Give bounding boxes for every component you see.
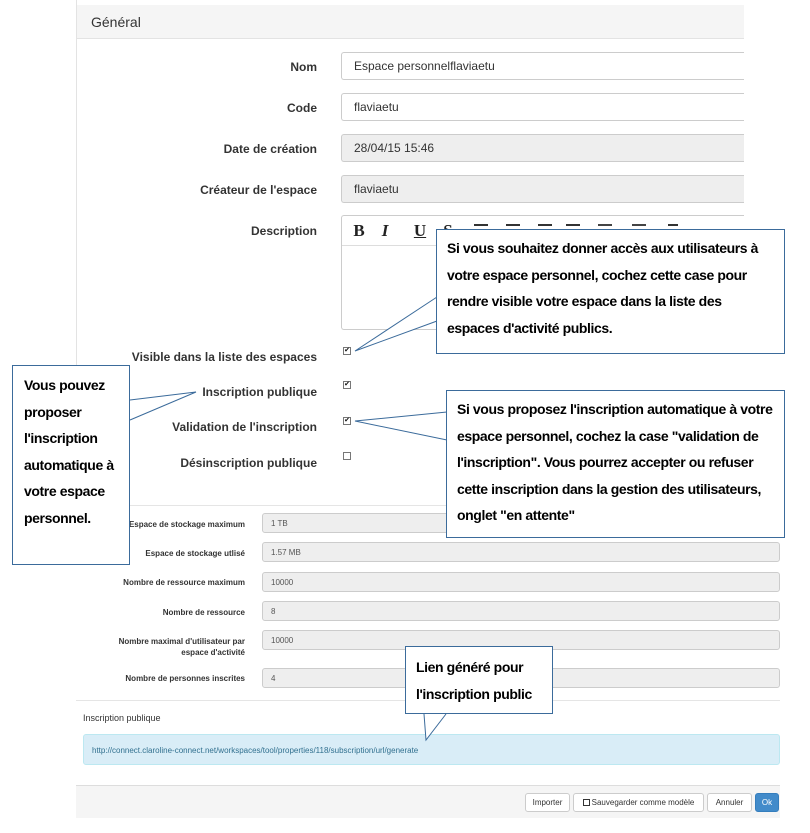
underline-button[interactable]: U xyxy=(412,220,428,242)
nom-input[interactable]: Espace personnelflaviaetu xyxy=(341,52,744,80)
inscription-checkbox[interactable]: ✔ xyxy=(343,381,351,389)
nom-label: Nom xyxy=(290,60,317,74)
panel-header xyxy=(77,5,744,39)
inscription-label: Inscription publique xyxy=(202,385,317,399)
validation-label: Validation de l'inscription xyxy=(172,420,317,434)
callout-visible: Si vous souhaitez donner accès aux utili… xyxy=(436,229,785,354)
cancel-button[interactable]: Annuler xyxy=(707,793,752,812)
date-label: Date de création xyxy=(223,142,317,156)
stat-label: Nombre de ressource xyxy=(162,608,245,617)
stat-label: Nombre maximal d'utilisateur par espace … xyxy=(118,637,245,657)
visible-checkbox[interactable]: ✔ xyxy=(343,347,351,355)
description-label: Description xyxy=(250,224,317,238)
ok-button[interactable]: Ok xyxy=(755,793,779,812)
import-button[interactable]: Importer xyxy=(525,793,570,812)
createur-label: Créateur de l'espace xyxy=(200,183,317,197)
createur-field: flaviaetu xyxy=(341,175,744,203)
code-label: Code xyxy=(287,101,317,115)
save-model-button[interactable]: Sauvegarder comme modèle xyxy=(573,793,704,812)
visible-label: Visible dans la liste des espaces xyxy=(131,350,317,364)
panel-title: Général xyxy=(91,14,141,30)
code-input[interactable]: flaviaetu xyxy=(341,93,744,121)
stat-value: 10000 xyxy=(262,572,780,592)
inscription-url-link[interactable]: http://connect.claroline-connect.net/wor… xyxy=(83,734,780,765)
save-model-label: Sauvegarder comme modèle xyxy=(591,798,695,807)
stat-value: 8 xyxy=(262,601,780,621)
desinscription-label: Désinscription publique xyxy=(180,456,317,470)
stat-value: 1.57 MB xyxy=(262,542,780,562)
bold-button[interactable]: B xyxy=(350,220,368,242)
italic-button[interactable]: I xyxy=(378,220,392,242)
inscription-link-label: Inscription publique xyxy=(83,713,161,723)
date-field: 28/04/15 15:46 xyxy=(341,134,744,162)
callout-inscription: Vous pouvez proposer l'inscription autom… xyxy=(12,365,130,565)
validation-checkbox[interactable]: ✔ xyxy=(343,417,351,425)
callout-lien: Lien généré pour l'inscription public xyxy=(405,646,553,714)
callout-validation: Si vous proposez l'inscription automatiq… xyxy=(446,390,785,538)
stat-label: Nombre de ressource maximum xyxy=(123,578,245,587)
desinscription-checkbox[interactable] xyxy=(343,452,351,460)
stat-label: Nombre de personnes inscrites xyxy=(125,674,245,683)
floppy-disk-icon xyxy=(582,799,590,806)
